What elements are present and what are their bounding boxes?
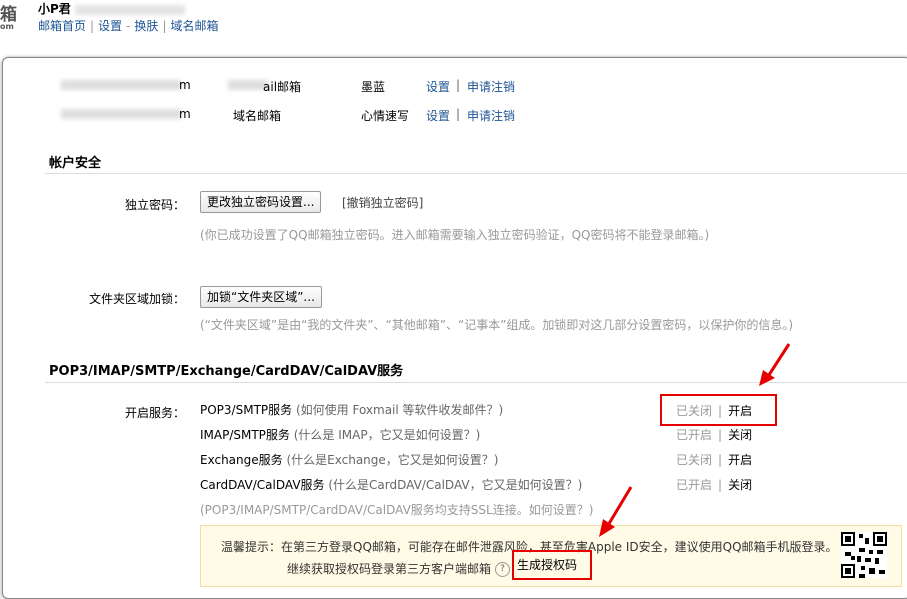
nav-mail-home[interactable]: 邮箱首页 xyxy=(38,19,86,33)
account-cancel-link[interactable]: 申请注销 xyxy=(467,78,515,95)
service-pop3: POP3/SMTP服务 (如何使用 Foxmail 等软件收发邮件？) xyxy=(200,401,503,418)
service-status-carddav: 已开启 | 关闭 xyxy=(676,478,753,492)
redacted-address xyxy=(61,109,181,119)
change-password-button[interactable]: 更改独立密码设置... xyxy=(200,191,322,213)
user-name: 小P君 xyxy=(38,0,185,17)
highlight-box xyxy=(660,394,777,426)
service-help-link[interactable]: (什么是Exchange，它又是如何设置？) xyxy=(286,453,498,467)
tip-line-2-text: 继续获取授权码登录第三方客户端邮箱 xyxy=(287,562,492,576)
sep: | xyxy=(456,107,461,121)
red-arrow-icon xyxy=(759,343,791,386)
account-skin: 墨蓝 xyxy=(361,80,386,94)
toggle-exchange-button[interactable]: 开启 xyxy=(728,453,752,467)
account-address-suffix: m xyxy=(179,78,191,92)
account-type: 域名邮箱 xyxy=(233,109,282,123)
password-hint: (你已成功设置了QQ邮箱独立密码。进入邮箱需要输入独立密码验证，QQ密码将不能登… xyxy=(200,228,710,242)
folder-lock-hint: (“文件夹区域”是由“我的文件夹”、“其他邮箱”、“记事本”组成。加锁即对这几部… xyxy=(200,318,794,332)
nav-domain-mail[interactable]: 域名邮箱 xyxy=(170,19,218,33)
service-help-link[interactable]: (什么是 IMAP，它又是如何设置？) xyxy=(294,428,481,442)
status-text: 已关闭 xyxy=(676,453,713,467)
toggle-imap-button[interactable]: 关闭 xyxy=(728,428,752,442)
service-name: IMAP/SMTP服务 xyxy=(200,428,290,442)
mail-logo[interactable]: 箱 om xyxy=(0,0,20,40)
settings-panel: m ail邮箱 墨蓝 设置 | 申请注销 m 域名邮箱 心情速写 设置 | 申请… xyxy=(2,57,907,599)
service-help-link[interactable]: (如何使用 Foxmail 等软件收发邮件？) xyxy=(296,403,503,417)
revoke-password-link[interactable]: [撤销独立密码] xyxy=(342,194,423,211)
service-name: Exchange服务 xyxy=(200,453,283,467)
nav-skin[interactable]: 换肤 xyxy=(134,19,158,33)
redacted-address xyxy=(61,80,181,90)
top-bar: 箱 om 小P君 邮箱首页 | 设置 - 换肤 | 域名邮箱 xyxy=(0,0,907,62)
help-icon[interactable]: ? xyxy=(495,562,511,577)
redacted-email xyxy=(74,4,185,15)
service-name: CardDAV/CalDAV服务 xyxy=(200,478,325,492)
account-cancel-link[interactable]: 申请注销 xyxy=(467,107,515,124)
service-help-link[interactable]: (什么是CardDAV/CalDAV，它又是如何设置？) xyxy=(328,478,582,492)
logo-suffix: om xyxy=(0,22,14,31)
qr-code-icon xyxy=(841,532,887,578)
service-status-exchange: 已关闭 | 开启 xyxy=(676,453,753,467)
sep: | xyxy=(456,78,461,92)
account-skin: 心情速写 xyxy=(361,109,410,123)
independent-password-label: 独立密码： xyxy=(124,198,185,212)
account-settings-link[interactable]: 设置 xyxy=(426,78,450,95)
status-text: 已开启 xyxy=(676,428,713,442)
enable-services-label: 开启服务： xyxy=(124,406,185,420)
account-type: ail邮箱 xyxy=(263,80,302,94)
tip-line-2: 继续获取授权码登录第三方客户端邮箱? xyxy=(287,560,511,577)
divider xyxy=(45,173,907,174)
folder-lock-label: 文件夹区域加锁： xyxy=(88,292,185,306)
section-title-services: POP3/IMAP/SMTP/Exchange/CardDAV/CalDAV服务 xyxy=(49,364,404,379)
redacted-type xyxy=(228,80,268,90)
folder-lock-button[interactable]: 加锁“文件夹区域”... xyxy=(200,286,322,308)
nav-settings[interactable]: 设置 xyxy=(98,19,122,33)
service-name: POP3/SMTP服务 xyxy=(200,403,293,417)
service-status-imap: 已开启 | 关闭 xyxy=(676,428,753,442)
service-imap: IMAP/SMTP服务 (什么是 IMAP，它又是如何设置？) xyxy=(200,426,480,443)
account-settings-link[interactable]: 设置 xyxy=(426,107,450,124)
user-name-text: 小P君 xyxy=(38,2,71,16)
toggle-carddav-button[interactable]: 关闭 xyxy=(728,478,752,492)
service-exchange: Exchange服务 (什么是Exchange，它又是如何设置？) xyxy=(200,451,498,468)
section-title-security: 帐户安全 xyxy=(49,156,102,171)
account-address-suffix: m xyxy=(179,107,191,121)
service-carddav: CardDAV/CalDAV服务 (什么是CardDAV/CalDAV，它又是如… xyxy=(200,476,582,493)
status-text: 已开启 xyxy=(676,478,713,492)
top-nav: 邮箱首页 | 设置 - 换肤 | 域名邮箱 xyxy=(38,19,219,33)
highlight-box xyxy=(512,550,592,580)
ssl-hint[interactable]: (POP3/IMAP/SMTP/CardDAV/CalDAV服务均支持SSL连接… xyxy=(200,501,593,518)
red-arrow-icon xyxy=(599,486,633,537)
